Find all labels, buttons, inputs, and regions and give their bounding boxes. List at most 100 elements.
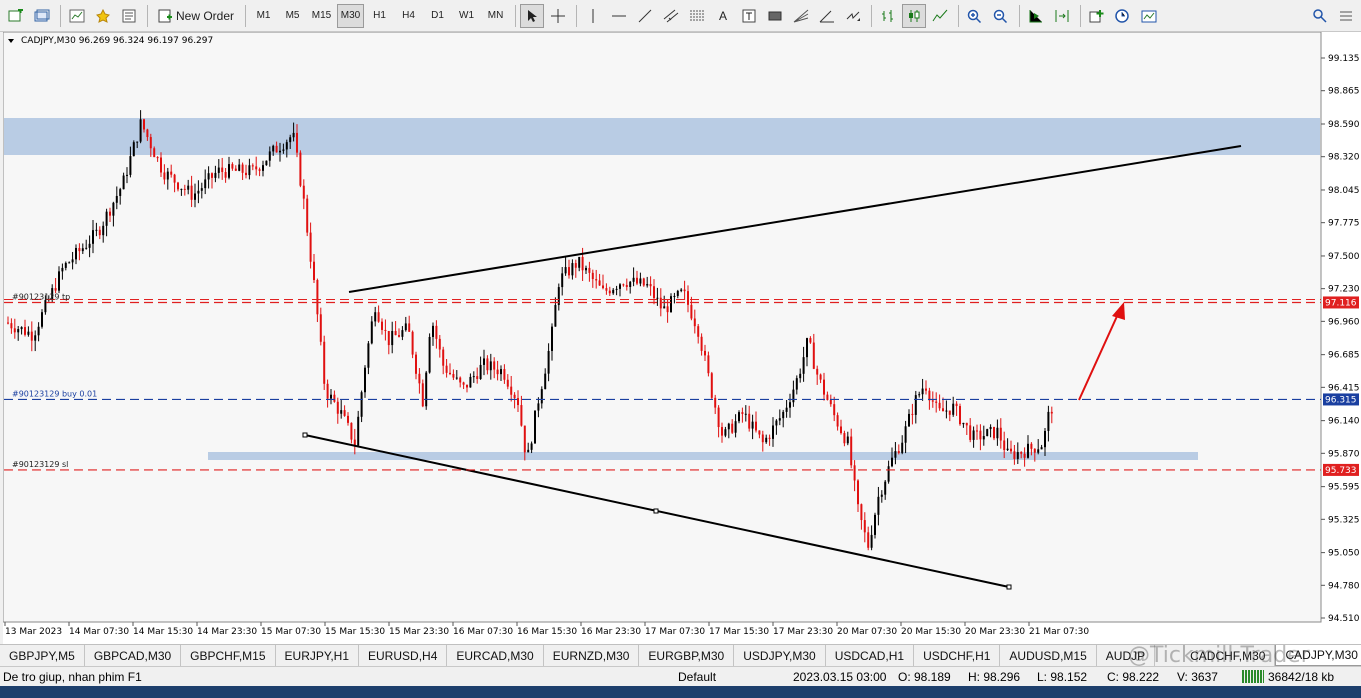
price-label: 97.500 [1328, 252, 1360, 262]
angle-icon[interactable] [815, 4, 839, 28]
new-order-button[interactable]: New Order [152, 4, 239, 28]
candle-body [758, 430, 761, 435]
candle-body [153, 148, 156, 158]
periods-icon[interactable] [1111, 4, 1135, 28]
timeframe-m15-button[interactable]: M15 [308, 4, 335, 28]
timeframe-h1-button[interactable]: H1 [366, 4, 393, 28]
candle-body [673, 295, 676, 297]
candle-body [537, 403, 540, 411]
candle-body [292, 132, 295, 138]
candle-body [1016, 452, 1019, 459]
candle-body [156, 157, 159, 159]
search-icon[interactable] [1308, 4, 1332, 28]
price-chart[interactable]: #90123129 tp 97.116 #90123129 buy 0.01 96.3… [3, 32, 1361, 644]
candle-body [993, 426, 995, 439]
templates-icon[interactable] [1137, 4, 1161, 28]
candle-body [775, 420, 778, 426]
zoom-in-icon[interactable] [963, 4, 987, 28]
main-toolbar: New Order M1 M5 M15 M30 H1 H4 D1 W1 MN A [0, 0, 1361, 32]
tab-eurusd-h4[interactable]: EURUSD,H4 [359, 645, 448, 666]
time-label: 17 Mar 15:30 [709, 627, 769, 637]
timeframe-m1-button[interactable]: M1 [250, 4, 277, 28]
candle-body [1013, 451, 1016, 459]
market-watch-icon[interactable] [65, 4, 89, 28]
chart-shift-icon[interactable] [1050, 4, 1074, 28]
indicators-icon[interactable] [1085, 4, 1109, 28]
price-label: 96.685 [1328, 351, 1360, 361]
candle-body [646, 284, 649, 286]
tab-eurnzd-m30[interactable]: EURNZD,M30 [544, 645, 640, 666]
zoom-out-icon[interactable] [989, 4, 1013, 28]
timeframe-d1-button[interactable]: D1 [424, 4, 451, 28]
trendline-icon[interactable] [633, 4, 657, 28]
candle-body [523, 425, 526, 453]
channel-icon[interactable] [659, 4, 683, 28]
crosshair-icon[interactable] [546, 4, 570, 28]
candle-body [272, 145, 275, 152]
menu-icon[interactable] [1334, 4, 1358, 28]
candle-body [10, 323, 13, 329]
text-icon[interactable]: A [711, 4, 735, 28]
tab-eurjpy-h1[interactable]: EURJPY,H1 [276, 645, 360, 666]
price-label: 95.325 [1328, 515, 1360, 525]
candle-body [180, 188, 183, 190]
timeframe-h4-button[interactable]: H4 [395, 4, 422, 28]
candle-body [982, 436, 985, 440]
candle-body [714, 397, 717, 408]
candle-body [428, 336, 431, 373]
new-order-icon [158, 9, 172, 22]
candle-body [761, 434, 764, 443]
candle-body [119, 189, 122, 196]
tab-usdjpy-m30[interactable]: USDJPY,M30 [734, 645, 826, 666]
timeframe-w1-button[interactable]: W1 [453, 4, 480, 28]
fibo-fan-icon[interactable] [789, 4, 813, 28]
tab-eurcad-m30[interactable]: EURCAD,M30 [447, 645, 544, 666]
tab-eurgbp-m30[interactable]: EURGBP,M30 [639, 645, 735, 666]
order-line-label: #90123129 sl [12, 460, 68, 469]
price-label: 98.320 [1328, 153, 1360, 163]
timeframe-m30-button[interactable]: M30 [337, 3, 365, 28]
candle-body [782, 411, 785, 419]
candlestick-icon[interactable] [902, 3, 927, 28]
arrows-icon[interactable] [841, 4, 865, 28]
candle-body [466, 384, 468, 388]
new-chart-icon[interactable] [4, 4, 28, 28]
candle-body [112, 202, 115, 216]
navigator-icon[interactable] [117, 4, 141, 28]
time-label: 16 Mar 23:30 [581, 627, 641, 637]
timeframe-m5-button[interactable]: M5 [279, 4, 306, 28]
candle-body [398, 335, 400, 337]
tab-gbpchf-m15[interactable]: GBPCHF,M15 [181, 645, 276, 666]
text-label-icon[interactable] [737, 4, 761, 28]
candle-body [666, 306, 669, 313]
tab-audusd-m15[interactable]: AUDUSD,M15 [1000, 645, 1097, 666]
tab-usdcad-h1[interactable]: USDCAD,H1 [826, 645, 915, 666]
candle-body [258, 169, 261, 171]
candle-body [989, 426, 992, 430]
rectangle-icon[interactable] [763, 4, 787, 28]
favorites-icon[interactable] [91, 4, 115, 28]
auto-scroll-icon[interactable] [1024, 4, 1048, 28]
cursor-icon[interactable] [520, 3, 545, 28]
tab-gbpcad-m30[interactable]: GBPCAD,M30 [85, 645, 182, 666]
candle-body [391, 330, 394, 346]
line-chart-icon[interactable] [928, 4, 952, 28]
candle-body [904, 426, 907, 443]
candle-body [170, 171, 173, 175]
candle-body [564, 267, 567, 274]
horizontal-line-icon[interactable] [607, 4, 631, 28]
candle-body [972, 430, 975, 440]
tab-gbpjpy-m5[interactable]: GBPJPY,M5 [0, 645, 85, 666]
bar-chart-icon[interactable] [876, 4, 900, 28]
candle-body [765, 437, 768, 443]
fibonacci-icon[interactable] [685, 4, 709, 28]
tab-usdchf-h1[interactable]: USDCHF,H1 [914, 645, 1001, 666]
timeframe-mn-button[interactable]: MN [482, 4, 509, 28]
candle-body [496, 369, 499, 375]
profiles-icon[interactable] [30, 4, 54, 28]
candle-body [568, 267, 570, 276]
chart-window[interactable]: #90123129 tp 97.116 #90123129 buy 0.01 96.3… [3, 32, 1361, 644]
vertical-line-icon[interactable] [581, 4, 605, 28]
candle-body [109, 211, 111, 216]
candle-body [262, 165, 264, 171]
